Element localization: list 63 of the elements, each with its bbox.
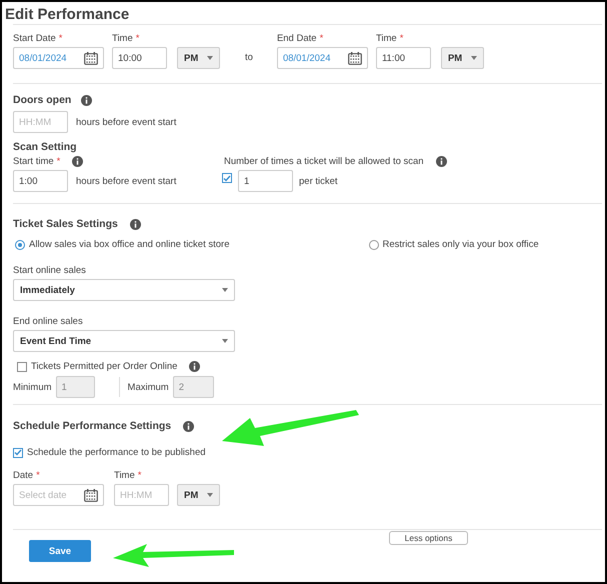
- meridiem-select[interactable]: PM: [177, 484, 220, 506]
- radio-button[interactable]: [15, 240, 25, 250]
- time-field[interactable]: 11:00: [376, 47, 431, 69]
- field-label: End online sales: [13, 316, 84, 327]
- checkbox[interactable]: [17, 362, 27, 372]
- section-heading: Schedule Performance Settings: [13, 420, 172, 432]
- info-icon: [130, 218, 141, 230]
- field-label: Start online sales: [13, 265, 87, 276]
- end-sales-select[interactable]: Event End Time: [13, 330, 235, 352]
- required-mark: *: [138, 470, 142, 481]
- caret-icon: [207, 56, 213, 60]
- separator-text: to: [245, 52, 253, 63]
- checkbox-label: Schedule the performance to be published: [27, 447, 206, 458]
- page-title: Edit Performance: [5, 5, 130, 24]
- field-label: Maximum: [128, 382, 169, 392]
- calendar-icon[interactable]: [84, 488, 98, 502]
- section-heading: Ticket Sales Settings: [13, 218, 118, 230]
- required-mark: *: [320, 33, 324, 44]
- meridiem-select[interactable]: PM: [177, 47, 220, 69]
- field-label: Time: [376, 33, 397, 44]
- info-icon: [72, 156, 84, 167]
- caret-icon: [222, 339, 228, 343]
- required-mark: *: [400, 33, 404, 44]
- date-field[interactable]: 08/01/2024: [276, 47, 368, 69]
- field-label: Time: [114, 470, 135, 481]
- field-label: Number of times a ticket will be allowed to scan: [224, 156, 424, 167]
- required-mark: *: [36, 470, 40, 481]
- calendar-icon[interactable]: [348, 52, 362, 64]
- less-options-button[interactable]: Less options: [389, 531, 468, 545]
- info-icon: [436, 156, 447, 167]
- field-label: Start Date: [13, 33, 56, 44]
- required-mark: *: [136, 33, 140, 44]
- meridiem-select[interactable]: PM: [440, 47, 484, 69]
- required-mark: *: [56, 156, 60, 167]
- save-button[interactable]: Save: [29, 540, 91, 562]
- section-heading: Doors open: [13, 94, 72, 106]
- radio-label: Allow sales via box office and online ticket store: [29, 239, 230, 250]
- info-icon: [81, 94, 92, 106]
- time-field[interactable]: 10:00: [112, 47, 167, 69]
- checkbox-label: Tickets Permitted per Order Online: [31, 361, 178, 372]
- field-label: Date: [13, 470, 34, 481]
- field-label: Time: [112, 33, 133, 44]
- checkbox[interactable]: [13, 448, 23, 458]
- field-suffix: hours before event start: [76, 116, 176, 128]
- time-field[interactable]: 1:00: [13, 170, 68, 192]
- section-heading: Scan Setting: [13, 141, 77, 153]
- info-icon: [189, 361, 200, 372]
- field-suffix: hours before event start: [76, 176, 176, 186]
- required-mark: *: [58, 33, 62, 44]
- info-icon: [183, 420, 194, 432]
- field-label: Minimum: [13, 382, 52, 392]
- field-suffix: per ticket: [299, 176, 338, 186]
- calendar-icon[interactable]: [84, 52, 98, 64]
- field-label: Start time: [13, 156, 54, 167]
- radio-button[interactable]: [368, 240, 378, 250]
- field-label: End Date: [276, 33, 317, 44]
- caret-icon: [207, 493, 213, 497]
- start-sales-select[interactable]: Immediately: [13, 279, 235, 301]
- radio-label: Restrict sales only via your box office: [382, 239, 539, 250]
- caret-icon: [470, 56, 477, 60]
- count-field[interactable]: 1: [238, 170, 293, 192]
- checkbox[interactable]: [222, 173, 232, 183]
- caret-icon: [222, 288, 228, 292]
